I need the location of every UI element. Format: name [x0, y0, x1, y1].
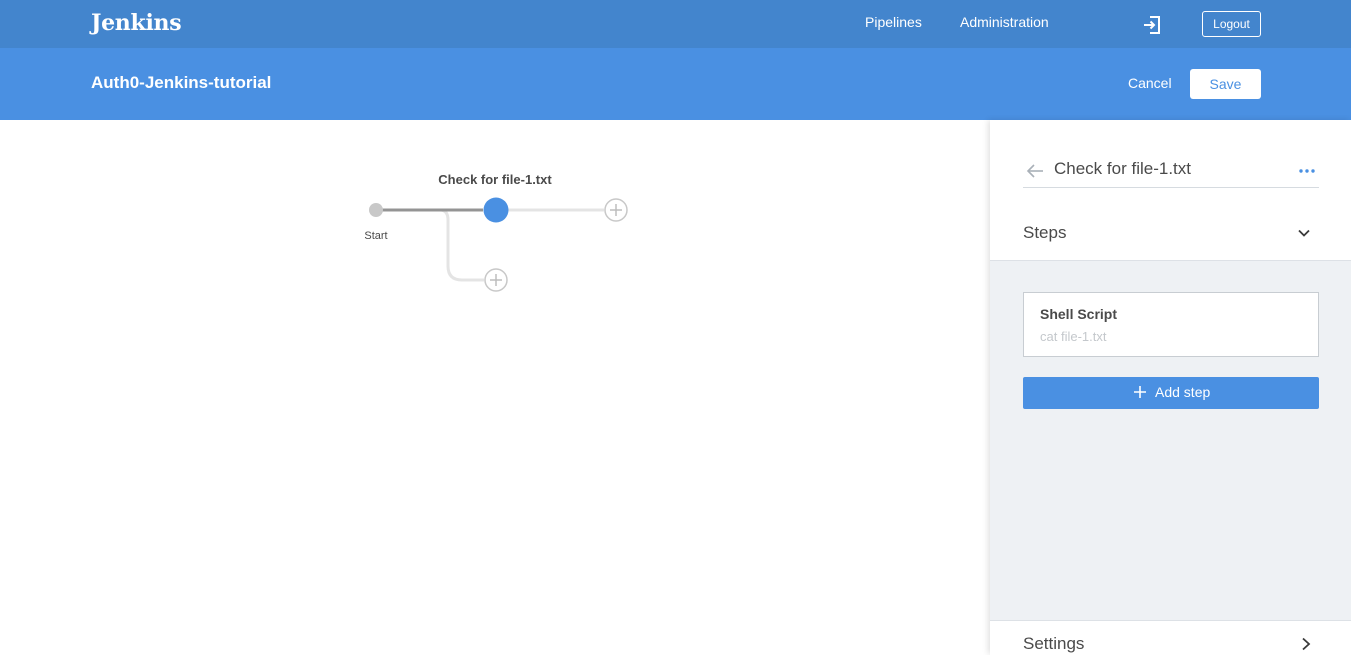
- stage-config-panel: Check for file-1.txt Steps Shell Script …: [990, 120, 1351, 655]
- settings-label: Settings: [1023, 634, 1085, 653]
- add-stage-icon[interactable]: [604, 198, 628, 222]
- pipeline-title: Auth0-Jenkins-tutorial: [91, 73, 272, 92]
- add-step-content: Add step: [1133, 384, 1210, 400]
- start-label: Start: [364, 230, 388, 242]
- title-divider: [1023, 187, 1319, 188]
- step-detail: cat file-1.txt: [1040, 329, 1107, 344]
- add-parallel-stage-icon[interactable]: [484, 268, 508, 292]
- cancel-button[interactable]: Cancel: [1128, 75, 1172, 91]
- plus-icon: [1134, 386, 1146, 398]
- steps-section-label[interactable]: Steps: [1023, 223, 1066, 243]
- chevron-right-icon: [1302, 637, 1311, 651]
- back-arrow-icon[interactable]: [1025, 162, 1045, 180]
- stage-title[interactable]: Check for file-1.txt: [1054, 159, 1191, 179]
- top-nav: Jenkins Pipelines Administration Logout: [0, 0, 1351, 48]
- save-button[interactable]: Save: [1190, 69, 1261, 99]
- step-name: Shell Script: [1040, 306, 1118, 322]
- jenkins-logo[interactable]: Jenkins: [91, 10, 182, 36]
- more-options-icon[interactable]: [1298, 164, 1316, 178]
- chevron-down-icon[interactable]: [1296, 225, 1312, 241]
- sign-in-icon[interactable]: [1142, 15, 1162, 35]
- logout-button[interactable]: Logout: [1202, 11, 1261, 37]
- start-node: [369, 203, 383, 217]
- step-card[interactable]: Shell Script cat file-1.txt: [1023, 292, 1319, 357]
- nav-administration-link[interactable]: Administration: [960, 14, 1049, 30]
- stage-node-selected[interactable]: [483, 197, 509, 223]
- settings-section[interactable]: Settings: [990, 620, 1351, 655]
- add-step-button[interactable]: Add step: [1023, 377, 1319, 409]
- pipeline-graph-canvas: Check for file-1.txt Start: [0, 120, 990, 654]
- panel-header: Check for file-1.txt Steps: [990, 120, 1351, 261]
- add-step-label: Add step: [1155, 384, 1211, 400]
- pipeline-header: Auth0-Jenkins-tutorial Cancel Save: [0, 48, 1351, 120]
- nav-pipelines-link[interactable]: Pipelines: [865, 14, 922, 30]
- connector-branch: [439, 208, 484, 282]
- pipeline-graph: [369, 197, 628, 292]
- stage-name-label[interactable]: Check for file-1.txt: [420, 172, 570, 187]
